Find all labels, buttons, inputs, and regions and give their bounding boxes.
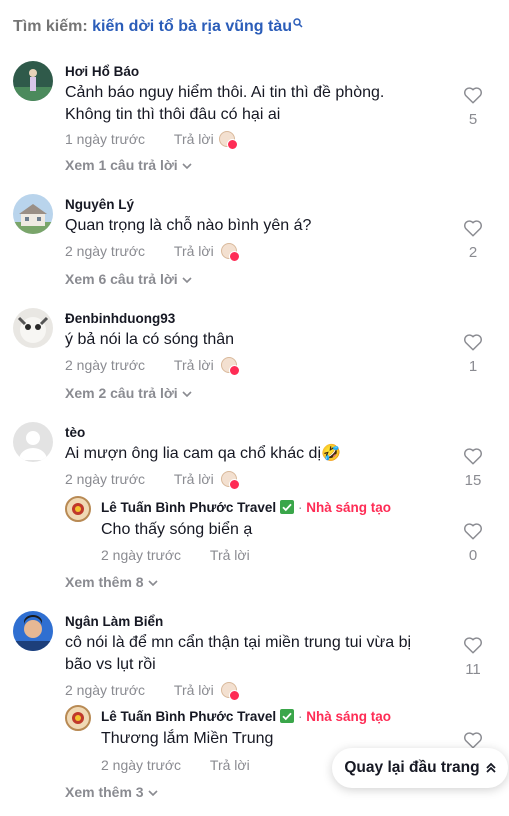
like-button[interactable]: 1: [458, 333, 488, 375]
like-count: 0: [468, 547, 478, 564]
search-label: Tìm kiếm:: [13, 18, 88, 35]
reply-button[interactable]: Trả lời: [174, 682, 214, 698]
username[interactable]: Hơi Hổ Báo: [65, 64, 139, 79]
like-count: 15: [464, 472, 482, 489]
like-button[interactable]: 11: [458, 636, 488, 678]
avatar[interactable]: [13, 611, 53, 651]
chevron-down-icon: [148, 790, 158, 797]
reply-button[interactable]: Trả lời: [210, 757, 250, 773]
reply-button[interactable]: Trả lời: [174, 357, 214, 373]
like-count: 1: [468, 358, 478, 375]
comment-text: Ai mượn ông lia cam qa chổ khác dị🤣: [65, 445, 341, 462]
reply-time: 2 ngày trước: [101, 757, 182, 773]
back-to-top-button[interactable]: Quay lại đầu trang: [332, 748, 508, 788]
heart-icon: [464, 334, 482, 351]
separator-dot: ·: [297, 500, 303, 515]
search-icon: [293, 18, 303, 28]
like-count: 11: [465, 661, 481, 678]
creator-liked-avatar: [221, 243, 240, 262]
comment-time: 2 ngày trước: [65, 243, 146, 259]
chevron-down-icon: [148, 580, 158, 587]
creator-badge: Nhà sáng tạo: [306, 500, 391, 515]
creator-liked-avatar: [221, 357, 240, 376]
username[interactable]: Nguyên Lý: [65, 197, 134, 212]
comment-meta: 2 ngày trước Trả lời: [65, 682, 214, 698]
search-header: Tìm kiếm: kiến dời tổ bà rịa vũng tàu: [13, 18, 303, 36]
chevron-down-icon: [182, 391, 192, 398]
view-replies-button[interactable]: Xem 2 câu trả lời: [65, 385, 192, 401]
reply-username-line: Lê Tuấn Bình Phước Travel · Nhà sáng tạo: [101, 500, 391, 515]
chevron-down-icon: [182, 163, 192, 170]
like-button[interactable]: 2: [458, 219, 488, 261]
comment-time: 1 ngày trước: [65, 131, 146, 147]
username[interactable]: Ngân Làm Biển: [65, 614, 163, 629]
chevron-down-icon: [182, 277, 192, 284]
comment-time: 2 ngày trước: [65, 471, 146, 487]
double-chevron-up-icon: [485, 762, 496, 773]
reply-button[interactable]: Trả lời: [174, 131, 214, 147]
heart-icon: [464, 732, 482, 749]
comment-text: Quan trọng là chỗ nào bình yên á?: [65, 217, 312, 234]
reply-text: Thương lắm Miền Trung: [101, 730, 274, 747]
heart-icon: [464, 448, 482, 465]
view-more-button[interactable]: Xem thêm 8: [65, 574, 158, 590]
reply-meta: 2 ngày trước Trả lời: [101, 547, 250, 563]
reply-avatar[interactable]: [65, 705, 91, 731]
search-term-link[interactable]: kiến dời tổ bà rịa vũng tàu: [92, 18, 292, 35]
comment-meta: 2 ngày trước Trả lời: [65, 357, 214, 373]
heart-icon: [464, 637, 482, 654]
reply-text: Cho thấy sóng biển ạ: [101, 521, 253, 538]
comment-meta: 2 ngày trước Trả lời: [65, 471, 214, 487]
comment-text: ý bả nói la có sóng thân: [65, 331, 235, 348]
comment-time: 2 ngày trước: [65, 682, 146, 698]
avatar[interactable]: [13, 422, 53, 462]
reply-button[interactable]: Trả lời: [174, 471, 214, 487]
view-replies-button[interactable]: Xem 6 câu trả lời: [65, 271, 192, 287]
like-count: 5: [468, 111, 478, 128]
reply-button[interactable]: Trả lời: [174, 243, 214, 259]
like-button[interactable]: 5: [458, 86, 488, 128]
comment-meta: 2 ngày trước Trả lời: [65, 243, 214, 259]
comment-text: cô nói là để mn cẩn thận tại miền trung …: [65, 634, 412, 673]
like-button[interactable]: 0: [458, 522, 488, 564]
reply-time: 2 ngày trước: [101, 547, 182, 563]
view-more-button[interactable]: Xem thêm 3: [65, 784, 158, 800]
heart-icon: [464, 523, 482, 540]
reply-username[interactable]: Lê Tuấn Bình Phước Travel: [101, 500, 276, 515]
reply-avatar[interactable]: [65, 496, 91, 522]
avatar[interactable]: [13, 61, 53, 101]
verified-check-icon: [280, 500, 295, 514]
reply-username-line: Lê Tuấn Bình Phước Travel · Nhà sáng tạo: [101, 709, 391, 724]
creator-badge: Nhà sáng tạo: [306, 709, 391, 724]
comment-meta: 1 ngày trước Trả lời: [65, 131, 214, 147]
creator-liked-avatar: [221, 471, 240, 490]
back-to-top-label: Quay lại đầu trang: [344, 759, 480, 776]
comment-time: 2 ngày trước: [65, 357, 146, 373]
reply-meta: 2 ngày trước Trả lời: [101, 757, 250, 773]
creator-liked-avatar: [221, 682, 240, 701]
username[interactable]: tèo: [65, 425, 85, 440]
username[interactable]: Đenbinhduong93: [65, 311, 175, 326]
comment-text: Cảnh báo nguy hiểm thôi. Ai tin thì đề p…: [65, 84, 385, 123]
heart-icon: [464, 87, 482, 104]
like-count: 2: [468, 244, 478, 261]
avatar[interactable]: [13, 308, 53, 348]
separator-dot: ·: [297, 709, 303, 724]
reply-username[interactable]: Lê Tuấn Bình Phước Travel: [101, 709, 276, 724]
like-button[interactable]: 15: [458, 447, 488, 489]
creator-liked-avatar: [219, 131, 238, 150]
avatar[interactable]: [13, 194, 53, 234]
heart-icon: [464, 220, 482, 237]
reply-button[interactable]: Trả lời: [210, 547, 250, 563]
verified-check-icon: [280, 709, 295, 723]
view-replies-button[interactable]: Xem 1 câu trả lời: [65, 157, 192, 173]
